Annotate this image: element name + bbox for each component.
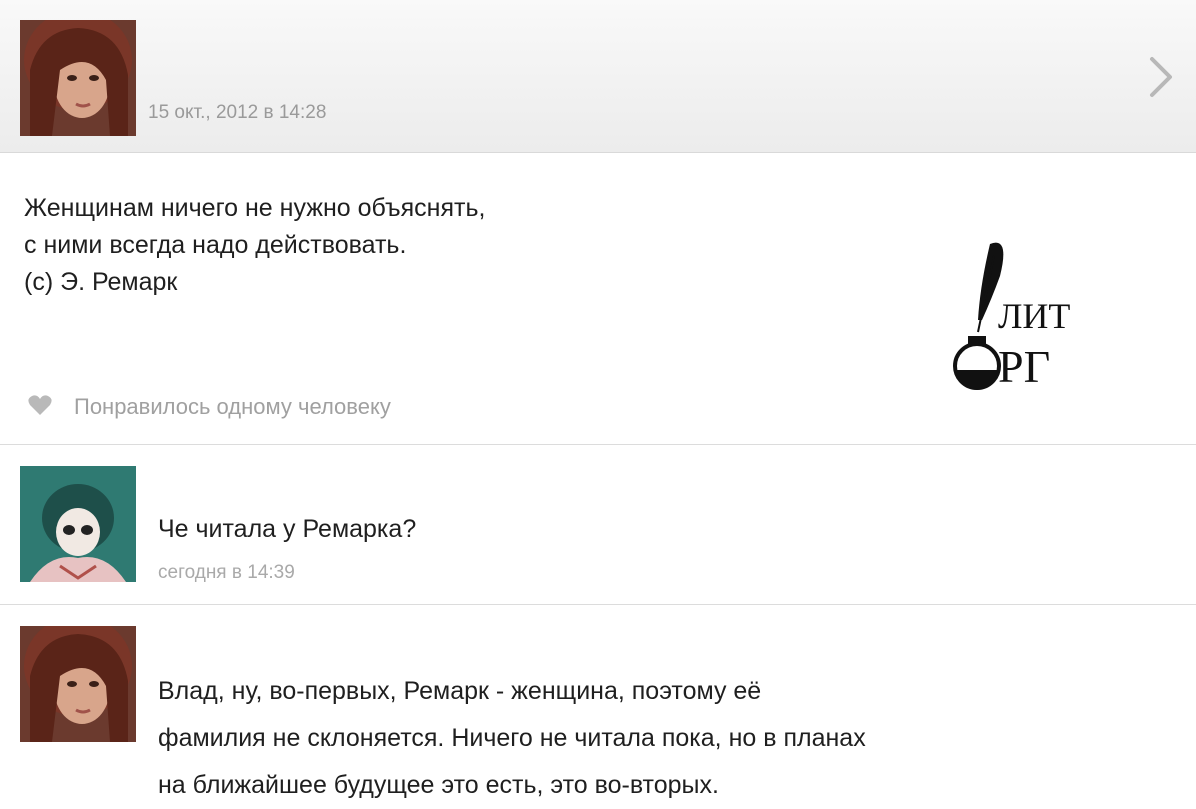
chevron-right-icon[interactable] <box>1146 55 1176 99</box>
post-line: Женщинам ничего не нужно объяснять, <box>24 194 486 222</box>
likes-text: Понравилось одному человеку <box>74 394 391 419</box>
litorg-logo: ЛИТ РГ <box>948 236 1088 396</box>
post-line: (с) Э. Ремарк <box>24 268 178 296</box>
author-avatar[interactable] <box>20 20 136 136</box>
divider <box>0 444 1196 445</box>
post-date: 15 окт., 2012 в 14:28 <box>148 102 327 123</box>
likes-row[interactable]: Понравилось одному человеку <box>28 392 391 422</box>
post-line: с ними всегда надо действовать. <box>24 231 407 259</box>
comment-line: Влад, ну, во-первых, Ремарк - женщина, п… <box>158 677 762 705</box>
heart-icon[interactable] <box>28 394 52 421</box>
comment-line: фамилия не склоняется. Ничего не читала … <box>158 724 866 752</box>
post-text: Женщинам ничего не нужно объяснять, с ни… <box>24 190 784 301</box>
divider <box>0 604 1196 605</box>
comment-line: на ближайшее будущее это есть, это во-вт… <box>158 771 719 799</box>
commenter-avatar[interactable] <box>20 466 136 582</box>
logo-top-text: ЛИТ <box>998 296 1070 336</box>
author-avatar[interactable] <box>20 626 136 742</box>
comment-text: Влад, ну, во-первых, Ремарк - женщина, п… <box>158 668 1188 809</box>
post-header[interactable]: 15 окт., 2012 в 14:28 <box>0 0 1196 153</box>
logo-bottom-text: РГ <box>998 341 1050 392</box>
comment-text: Че читала у Ремарка? <box>158 515 417 543</box>
comment-time: сегодня в 14:39 <box>158 562 295 583</box>
